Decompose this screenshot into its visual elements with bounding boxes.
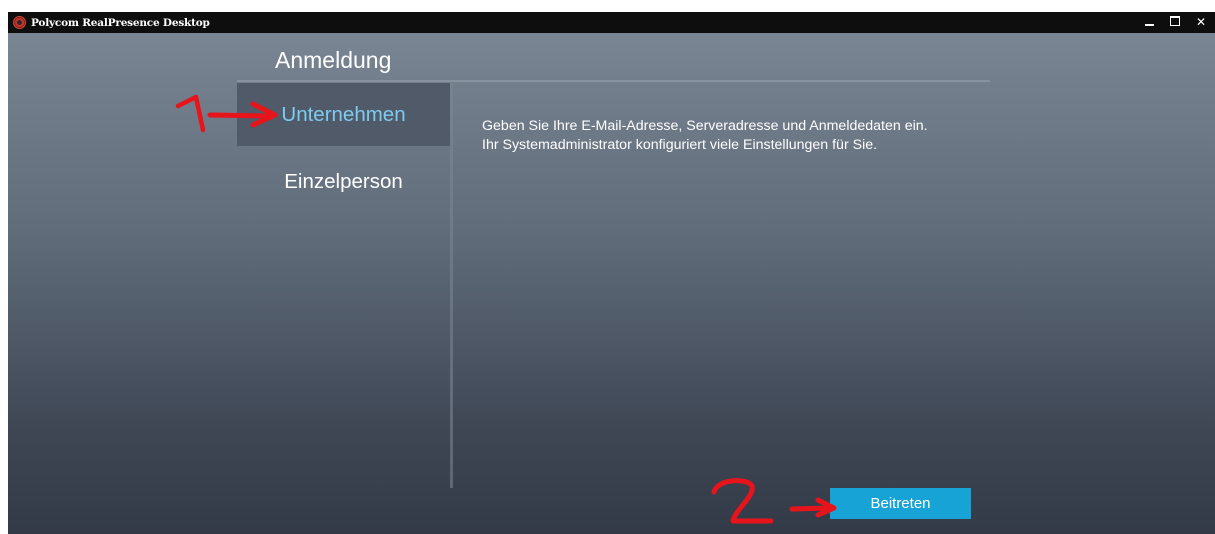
window-title: Polycom RealPresence Desktop	[31, 16, 210, 29]
description-line-1: Geben Sie Ihre E-Mail-Adresse, Serveradr…	[482, 118, 928, 134]
close-icon: ✕	[1195, 15, 1207, 29]
maximize-button[interactable]	[1167, 12, 1183, 33]
vertical-divider	[450, 83, 453, 488]
login-description: Geben Sie Ihre E-Mail-Adresse, Serveradr…	[482, 117, 1082, 155]
tab-unternehmen[interactable]: Unternehmen	[237, 83, 450, 146]
login-panel: Anmeldung Unternehmen Einzelperson Geben…	[8, 33, 1215, 534]
description-line-2: Ihr Systemadministrator konfiguriert vie…	[482, 137, 878, 153]
join-button[interactable]: Beitreten	[830, 488, 971, 519]
tab-einzelperson[interactable]: Einzelperson	[237, 146, 450, 218]
title-bar: Polycom RealPresence Desktop ✕	[8, 12, 1215, 33]
app-window: Polycom RealPresence Desktop ✕ Anmeldung…	[8, 12, 1215, 534]
page-title: Anmeldung	[275, 47, 392, 73]
tab-unternehmen-label: Unternehmen	[281, 102, 406, 126]
tab-einzelperson-label: Einzelperson	[284, 170, 403, 193]
polycom-logo-icon	[13, 16, 26, 29]
minimize-button[interactable]	[1141, 12, 1157, 33]
account-type-sidebar: Unternehmen Einzelperson	[237, 83, 450, 218]
close-button[interactable]: ✕	[1193, 12, 1209, 33]
window-controls: ✕	[1141, 12, 1209, 33]
heading-divider	[237, 80, 990, 82]
maximize-icon	[1170, 16, 1180, 26]
minimize-icon	[1144, 24, 1154, 26]
